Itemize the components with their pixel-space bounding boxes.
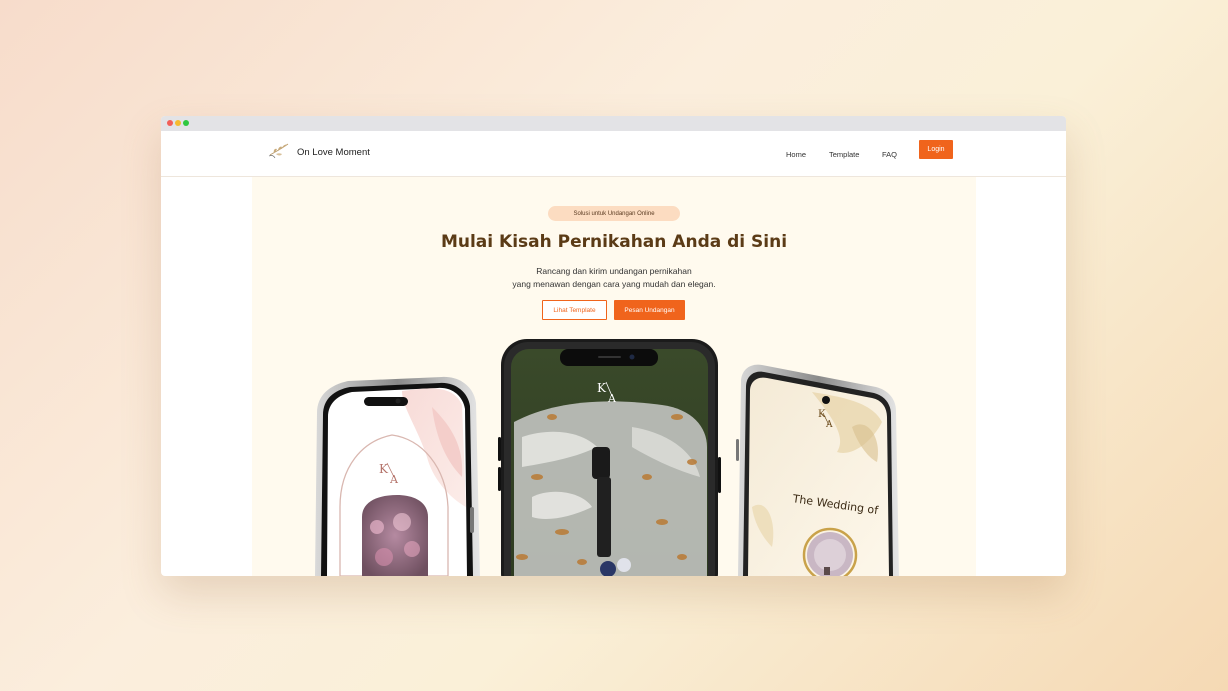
login-button[interactable]: Login [919,140,953,159]
window-titlebar [161,116,1066,131]
center-phone-mockup: K A [498,339,721,576]
left-phone-mockup: K A [315,376,480,576]
leaf-monogram-icon [267,140,291,165]
svg-text:A: A [389,473,399,486]
order-invitation-button[interactable]: Pesan Undangan [614,300,685,320]
brand-link[interactable]: On Love Moment [267,140,370,165]
browser-window: On Love Moment Home Template FAQ Login K… [161,116,1066,576]
view-templates-button[interactable]: Lihat Template [542,300,607,320]
brand-name: On Love Moment [297,147,370,158]
svg-text:K: K [597,381,607,395]
minimize-window-dot[interactable] [175,120,181,126]
hero-badge: Solusi untuk Undangan Online [548,206,680,221]
hero-subtitle: Rancang dan kirim undangan pernikahan ya… [252,265,976,291]
nav-faq[interactable]: FAQ [882,150,897,159]
right-phone-mockup: K A The Wedding of [736,364,899,576]
maximize-window-dot[interactable] [183,120,189,126]
hero-title: Mulai Kisah Pernikahan Anda di Sini [440,232,788,252]
hero-subtitle-line2: yang menawan dengan cara yang mudah dan … [512,279,716,289]
navbar: On Love Moment Home Template FAQ Login [161,131,1066,177]
hero-section: K A K A The Wedding of K A Solusi untuk … [252,177,976,576]
svg-text:K: K [818,409,826,420]
nav-template[interactable]: Template [829,150,859,159]
nav-home[interactable]: Home [786,150,806,159]
svg-text:A: A [607,392,617,405]
hero-subtitle-line1: Rancang dan kirim undangan pernikahan [536,266,692,276]
close-window-dot[interactable] [167,120,173,126]
